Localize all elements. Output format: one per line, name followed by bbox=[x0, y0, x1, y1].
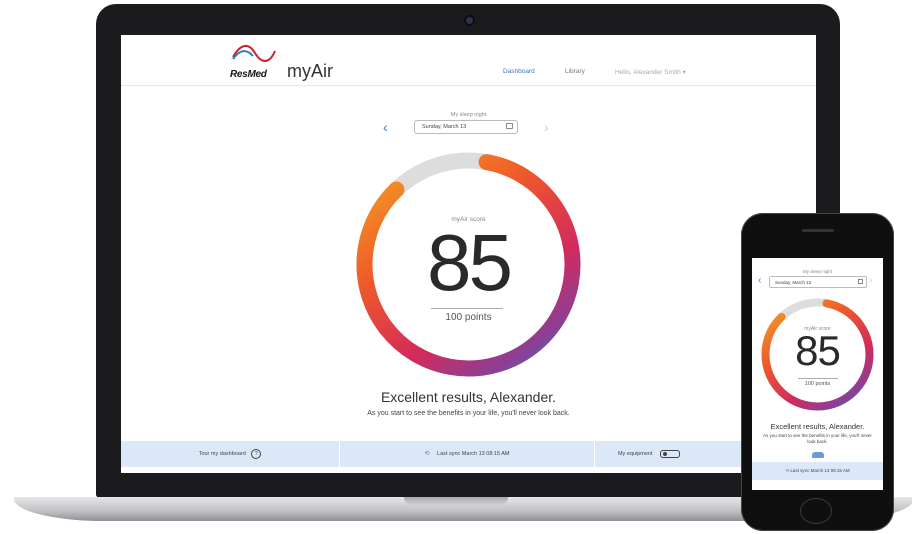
my-equipment-label: My equipment bbox=[617, 451, 653, 457]
myair-logo-text: myAir bbox=[287, 61, 333, 81]
chevron-right-icon[interactable]: › bbox=[544, 119, 549, 135]
result-subtitle: As you start to see the benefits in your… bbox=[367, 410, 570, 417]
calendar-icon bbox=[858, 279, 863, 284]
help-circle-icon: ? bbox=[251, 448, 262, 459]
cpap-device-icon bbox=[812, 452, 824, 458]
phone-date-picker[interactable]: Sunday, March 13 bbox=[769, 276, 867, 288]
last-sync-label: Last sync March 13 08:15 AM bbox=[437, 451, 510, 457]
tour-dashboard-label: Tour my dashboard bbox=[198, 451, 246, 457]
score-points: 100 points bbox=[445, 312, 492, 323]
my-equipment-button[interactable]: My equipment bbox=[595, 441, 703, 467]
phone-date-value: Sunday, March 13 bbox=[775, 280, 812, 285]
phone-score-points: 100 points bbox=[804, 381, 831, 387]
cpap-device-icon bbox=[660, 449, 681, 458]
phone-footer-bar: ⟲ Last sync March 13 08:15 AM bbox=[752, 462, 883, 480]
last-sync-status: ⟲ Last sync March 13 08:15 AM bbox=[340, 441, 594, 467]
user-menu[interactable]: Hello, Alexander Smith ▾ bbox=[615, 68, 686, 76]
phone-speaker bbox=[802, 229, 834, 232]
date-value: Sunday, March 13 bbox=[422, 124, 467, 130]
laptop-camera bbox=[466, 17, 473, 24]
laptop-chin bbox=[96, 473, 840, 498]
resmed-logo-text: ResMed bbox=[230, 69, 267, 80]
chevron-right-icon[interactable]: › bbox=[869, 275, 872, 286]
resmed-logo-wave-icon bbox=[232, 45, 276, 62]
date-picker[interactable]: Sunday, March 13 bbox=[414, 120, 518, 134]
score-value: 85 bbox=[427, 218, 513, 307]
phone-last-sync-label: Last sync March 13 08:15 AM bbox=[790, 468, 850, 473]
score-divider bbox=[431, 308, 503, 309]
result-title: Excellent results, Alexander. bbox=[380, 389, 557, 405]
footer-bar: Tour my dashboard ? ⟲ Last sync March 13… bbox=[121, 441, 816, 467]
tour-dashboard-button[interactable]: Tour my dashboard ? bbox=[121, 441, 339, 467]
calendar-icon bbox=[506, 123, 513, 129]
laptop-screen: ResMed myAir Dashboard Library Hello, Al… bbox=[121, 35, 816, 473]
top-nav: ResMed myAir Dashboard Library Hello, Al… bbox=[121, 35, 816, 86]
sync-icon: ⟲ bbox=[424, 451, 430, 457]
phone-result-subtitle: As you start to see the benefits in your… bbox=[763, 433, 872, 444]
phone-screen: My sleep night ‹ Sunday, March 13 › myAi… bbox=[752, 258, 883, 490]
nav-dashboard-link[interactable]: Dashboard bbox=[503, 68, 535, 75]
phone-home-button[interactable] bbox=[800, 498, 832, 524]
nav-library-link[interactable]: Library bbox=[565, 68, 585, 75]
phone-date-caption: My sleep night bbox=[802, 269, 832, 274]
chevron-left-icon[interactable]: ‹ bbox=[758, 275, 761, 286]
laptop-notch bbox=[404, 497, 508, 505]
date-caption: My sleep night bbox=[450, 112, 487, 118]
chevron-left-icon[interactable]: ‹ bbox=[383, 119, 388, 135]
phone-score-value: 85 bbox=[795, 327, 841, 374]
phone-score-divider bbox=[798, 378, 838, 379]
phone-result-title: Excellent results, Alexander. bbox=[770, 422, 865, 431]
